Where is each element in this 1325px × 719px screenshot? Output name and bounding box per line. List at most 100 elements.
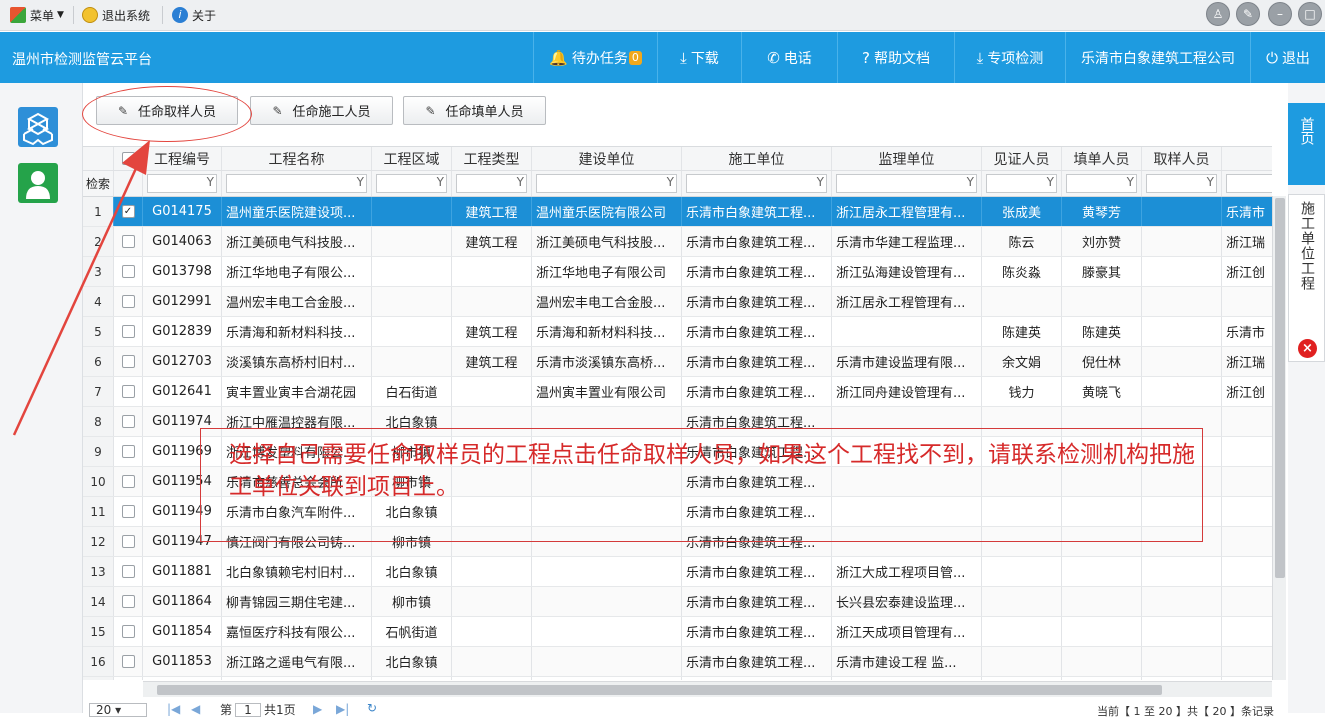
row-checkbox[interactable] (114, 497, 143, 526)
maximize-icon[interactable]: □ (1298, 2, 1322, 26)
checkbox[interactable] (121, 355, 135, 368)
appoint-filler-button[interactable]: ✎ 任命填单人员 (403, 96, 546, 125)
table-row[interactable]: 5 G012839 乐清海和新材料科技... 建筑工程 乐清海和新材料科技... 乐清市白… (83, 317, 1272, 347)
row-checkbox[interactable] (114, 347, 143, 376)
table-row[interactable]: 13 G011881 北白象镇赖宅村旧村... 北白象镇 乐清市白象建筑工程... 浙江大… (83, 557, 1272, 587)
table-row[interactable]: 4 G012991 温州宏丰电工合金股... 温州宏丰电工合金股... 乐清市白象建筑工… (83, 287, 1272, 317)
appoint-constructor-button[interactable]: ✎ 任命施工人员 (250, 96, 393, 125)
checkbox[interactable] (121, 445, 135, 458)
checkbox[interactable] (121, 265, 135, 278)
todo-tasks-button[interactable]: 🔔 待办任务 0 (533, 32, 657, 83)
row-checkbox[interactable] (114, 557, 143, 586)
filter-icon[interactable]: Y (817, 175, 824, 189)
col-header-recorder[interactable]: 录 (1222, 147, 1272, 170)
row-checkbox[interactable]: ✓ (114, 197, 143, 226)
select-all-checkbox[interactable] (114, 147, 143, 170)
table-row[interactable]: 3 G013798 浙江华地电子有限公... 浙江华地电子有限公司 乐清市白象建筑工程.… (83, 257, 1272, 287)
col-header-sup[interactable]: 监理单位 (832, 147, 982, 170)
row-checkbox[interactable] (114, 407, 143, 436)
tab-construction-projects[interactable]: 施工单位工程 × (1288, 194, 1325, 362)
filter-input[interactable]: Y (686, 174, 827, 193)
table-row[interactable]: 16 G011853 浙江路之遥电气有限... 北白象镇 乐清市白象建筑工程... 乐清市… (83, 647, 1272, 677)
user-icon[interactable] (18, 163, 58, 203)
download-button[interactable]: ⤓ 下载 (657, 32, 741, 83)
filter-input[interactable]: Y (456, 174, 527, 193)
phone-button[interactable]: ✆ 电话 (741, 32, 837, 83)
checkbox[interactable] (121, 235, 135, 248)
row-checkbox[interactable] (114, 617, 143, 646)
horizontal-scroll-thumb[interactable] (157, 685, 1162, 695)
checkbox[interactable] (121, 625, 135, 638)
col-header-id[interactable]: 工程编号 (143, 147, 222, 170)
filter-input[interactable]: Y (536, 174, 677, 193)
table-row[interactable]: 2 G014063 浙江美硕电气科技股... 建筑工程 浙江美硕电气科技股... 乐清市白… (83, 227, 1272, 257)
page-size-select[interactable]: 20 ▾ (89, 703, 147, 717)
checkbox[interactable] (121, 595, 135, 608)
row-checkbox[interactable] (114, 587, 143, 616)
filter-icon[interactable]: Y (517, 175, 524, 189)
col-header-sampler[interactable]: 取样人员 (1142, 147, 1222, 170)
filter-input[interactable]: Y (1146, 174, 1217, 193)
col-header-cons[interactable]: 施工单位 (682, 147, 832, 170)
skin-icon[interactable]: ♙ (1206, 2, 1230, 26)
row-checkbox[interactable] (114, 647, 143, 676)
minimize-icon[interactable]: – (1268, 2, 1292, 26)
row-checkbox[interactable] (114, 227, 143, 256)
checkbox[interactable] (121, 565, 135, 578)
col-header-witness[interactable]: 见证人员 (982, 147, 1062, 170)
filter-input[interactable]: Y (226, 174, 367, 193)
row-checkbox[interactable] (114, 437, 143, 466)
exit-system-button[interactable]: 退出系统 (82, 6, 150, 24)
checkbox[interactable] (121, 152, 135, 165)
checkbox[interactable] (121, 655, 135, 668)
checkbox[interactable] (121, 325, 135, 338)
row-checkbox[interactable] (114, 257, 143, 286)
filter-icon[interactable]: Y (667, 175, 674, 189)
company-name[interactable]: 乐清市白象建筑工程公司 (1065, 32, 1250, 83)
first-page-icon[interactable]: |◀ (167, 702, 180, 716)
checkbox[interactable] (121, 385, 135, 398)
filter-icon[interactable]: Y (967, 175, 974, 189)
row-checkbox[interactable] (114, 317, 143, 346)
modules-icon[interactable] (18, 107, 58, 147)
about-button[interactable]: i 关于 (172, 6, 216, 24)
col-header-filler[interactable]: 填单人员 (1062, 147, 1142, 170)
col-header-type[interactable]: 工程类型 (452, 147, 532, 170)
special-inspection-button[interactable]: ⤓ 专项检测 (954, 32, 1065, 83)
row-checkbox[interactable] (114, 287, 143, 316)
next-page-icon[interactable]: ▶ (313, 702, 322, 716)
checkbox[interactable] (121, 505, 135, 518)
page-input[interactable]: 1 (235, 703, 261, 717)
row-checkbox[interactable] (114, 377, 143, 406)
filter-icon[interactable]: Y (1047, 175, 1054, 189)
filter-input[interactable]: Y (376, 174, 447, 193)
col-header-build[interactable]: 建设单位 (532, 147, 682, 170)
table-row[interactable]: 7 G012641 寅丰置业寅丰合湖花园 白石街道 温州寅丰置业有限公司 乐清市白象建筑工… (83, 377, 1272, 407)
filter-icon[interactable]: Y (1127, 175, 1134, 189)
filter-input[interactable] (1226, 174, 1272, 193)
close-tab-icon[interactable]: × (1298, 339, 1317, 358)
row-checkbox[interactable] (114, 467, 143, 496)
help-docs-button[interactable]: ? 帮助文档 (837, 32, 954, 83)
table-row[interactable]: 14 G011864 柳青锦园三期住宅建... 柳市镇 乐清市白象建筑工程... 长兴县宏… (83, 587, 1272, 617)
row-checkbox[interactable] (114, 677, 143, 680)
filter-input[interactable]: Y (1066, 174, 1137, 193)
table-row[interactable]: 6 G012703 淡溪镇东高桥村旧村... 建筑工程 乐清市淡溪镇东高桥... 乐清市白… (83, 347, 1272, 377)
last-page-icon[interactable]: ▶| (336, 702, 349, 716)
menu-button[interactable]: 菜单 ▼ (10, 6, 64, 24)
filter-input[interactable]: Y (986, 174, 1057, 193)
filter-icon[interactable]: Y (1207, 175, 1214, 189)
horizontal-scrollbar[interactable] (143, 681, 1272, 697)
checkbox[interactable] (121, 295, 135, 308)
table-row[interactable]: 15 G011854 嘉恒医疗科技有限公... 石帆街道 乐清市白象建筑工程... 浙江天… (83, 617, 1272, 647)
checkbox[interactable] (121, 475, 135, 488)
prev-page-icon[interactable]: ◀ (191, 702, 200, 716)
vertical-scrollbar[interactable] (1272, 196, 1286, 680)
filter-icon[interactable]: Y (437, 175, 444, 189)
checkbox[interactable] (121, 415, 135, 428)
table-row[interactable]: 17 (83, 677, 1272, 680)
filter-input[interactable]: Y (147, 174, 217, 193)
row-checkbox[interactable] (114, 527, 143, 556)
col-header-name[interactable]: 工程名称 (222, 147, 372, 170)
filter-icon[interactable]: Y (207, 175, 214, 189)
